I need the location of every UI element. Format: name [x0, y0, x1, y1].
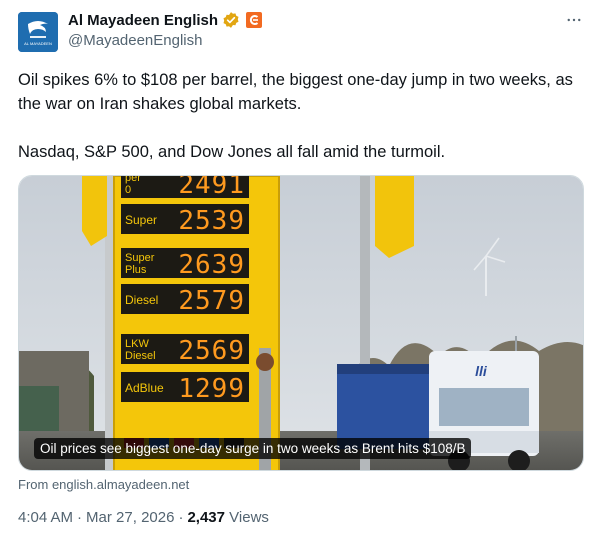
tweet-time[interactable]: 4:04 AM [18, 509, 73, 526]
affiliate-logo-icon[interactable] [246, 12, 263, 28]
fuel-price-row: SuperPlus 2639 [121, 248, 249, 280]
views-label: Views [229, 509, 269, 526]
price-sign: per0 2491Super 2539SuperPlus 2639Diesel 2579… [113, 176, 280, 470]
tweet-date[interactable]: Mar 27, 2026 [86, 509, 174, 526]
author-name-row: Al Mayadeen English [68, 10, 263, 30]
image-caption: Oil prices see biggest one-day surge in … [34, 438, 472, 459]
fuel-price-row: per0 2491 [121, 176, 249, 200]
fuel-price: 1299 [178, 374, 245, 404]
fuel-price: 2639 [178, 250, 245, 280]
tweet-card: AL MAYADEEN Al Mayadeen English @Mayadee… [0, 0, 603, 536]
fuel-label: Diesel [125, 293, 158, 307]
meta-separator-2: · [178, 509, 184, 526]
author-handle[interactable]: @MayadeenEnglish [68, 32, 202, 49]
more-options-button[interactable] [562, 10, 586, 30]
fuel-price-row: Diesel 2579 [121, 284, 249, 316]
fuel-label: 0 [125, 184, 131, 196]
author-display-name[interactable]: Al Mayadeen English [68, 12, 218, 29]
tweet-text-paragraph-1: Oil spikes 6% to $108 per barrel, the bi… [18, 71, 573, 113]
tweet-meta: 4:04 AM · Mar 27, 2026 · 2,437 Views [18, 509, 269, 526]
fuel-label: Diesel [125, 350, 156, 362]
fuel-label: LKW [125, 338, 149, 350]
avatar-text: AL MAYADEEN [24, 41, 52, 46]
fuel-price-row: Super 2539 [121, 204, 249, 236]
link-card-image[interactable]: lli per 0 2491 Super 2539 Super Plus 2639 Diesel… [18, 175, 584, 471]
ellipsis-icon [567, 18, 581, 22]
fuel-label: AdBlue [125, 381, 164, 395]
fuel-price: 2569 [178, 336, 245, 366]
fuel-price: 2539 [178, 206, 245, 236]
fuel-price-row: AdBlue 1299 [121, 372, 249, 404]
fuel-price-row: LKWDiesel 2569 [121, 334, 249, 366]
verified-badge-icon[interactable] [222, 11, 240, 29]
tweet-text-paragraph-2: Nasdaq, S&P 500, and Dow Jones all fall … [18, 143, 446, 161]
fuel-label: Plus [125, 264, 147, 276]
fuel-label: Super [125, 252, 155, 264]
fuel-label: per [125, 176, 141, 184]
views-count: 2,437 [187, 509, 225, 526]
fuel-price: 2491 [178, 176, 245, 200]
meta-separator: · [77, 509, 83, 526]
avatar[interactable]: AL MAYADEEN [18, 12, 58, 52]
fuel-price: 2579 [178, 286, 245, 316]
gas-station-photo: lli per0 2491Super 2539SuperPlus 2639Diesel… [19, 176, 583, 470]
truck-logo-text: lli [475, 363, 488, 379]
al-mayadeen-logo-icon: AL MAYADEEN [18, 12, 58, 52]
fuel-label: Super [125, 213, 157, 227]
card-source-link[interactable]: From english.almayadeen.net [18, 477, 189, 492]
